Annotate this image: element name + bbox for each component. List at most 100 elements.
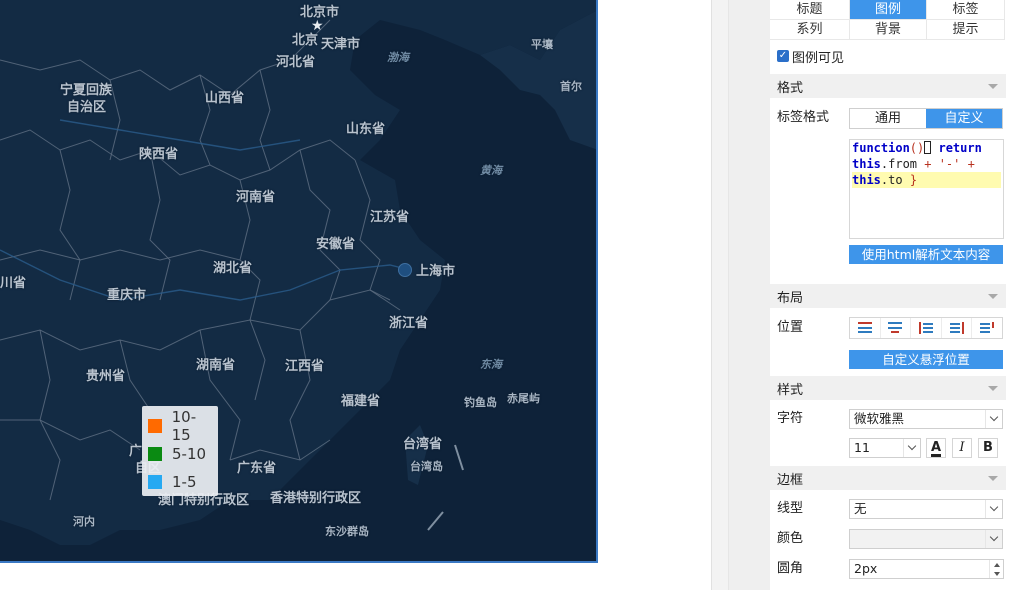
stepper-up-icon[interactable]	[990, 560, 1003, 569]
city-marker-icon	[398, 263, 412, 277]
italic-button[interactable]: I	[952, 438, 972, 458]
font-color-icon: A	[930, 440, 942, 457]
corner-radius-label: 圆角	[777, 561, 804, 576]
map-label-hebei: 河北省	[276, 55, 316, 70]
tab-title[interactable]: 标题	[770, 0, 850, 20]
map-label-beijing: 北京	[292, 33, 319, 48]
map-label-jiangxi: 江西省	[285, 359, 325, 374]
map-label-henan: 河南省	[236, 190, 276, 205]
caret-down-icon	[988, 385, 998, 391]
map-legend: 10-15 5-10 1-5	[142, 406, 218, 496]
tab-legend[interactable]: 图例	[850, 0, 927, 20]
legend-visible-checkbox[interactable]: ✓	[777, 50, 789, 62]
code-keyword: return	[938, 141, 982, 155]
border-color-select[interactable]	[849, 529, 1003, 549]
bold-button[interactable]: B	[978, 438, 998, 458]
map-label-fujian: 福建省	[341, 394, 381, 409]
stepper-buttons	[989, 560, 1003, 578]
legend-item[interactable]: 1-5	[146, 468, 214, 496]
caret-down-icon	[988, 83, 998, 89]
map-label-pingrang: 平壤	[531, 38, 553, 51]
map-label-anhui: 安徽省	[316, 237, 356, 252]
legend-item[interactable]: 10-15	[146, 408, 214, 444]
font-label: 字符	[777, 411, 804, 426]
format-custom-option[interactable]: 自定义	[926, 109, 1002, 128]
map-label-huanghai: 黄海	[480, 164, 502, 177]
tab-labels[interactable]: 标签	[927, 0, 1005, 20]
section-style[interactable]: 样式	[770, 376, 1006, 400]
parse-html-button[interactable]: 使用html解析文本内容	[849, 245, 1003, 264]
align-right-icon[interactable]	[942, 318, 973, 338]
chevron-down-icon	[903, 439, 920, 457]
map-label-bohai: 渤海	[387, 51, 409, 64]
map-label-ningxia: 宁夏回族	[60, 83, 113, 98]
font-color-button[interactable]: A	[926, 438, 946, 458]
map-label-sichuan: 川省	[0, 276, 27, 291]
legend-position-selector	[849, 317, 1003, 339]
tab-series[interactable]: 系列	[770, 20, 850, 40]
section-title: 样式	[777, 382, 804, 398]
font-family-value: 微软雅黑	[854, 411, 905, 426]
legend-swatch	[148, 447, 162, 461]
code-operator: + '-' +	[917, 157, 975, 171]
legend-label: 5-10	[172, 445, 207, 463]
label-format-code-editor[interactable]: function() return this.from + '-' + this…	[849, 139, 1004, 239]
font-size-select[interactable]: 11	[849, 438, 921, 458]
label-format-toggle: 通用 自定义	[849, 108, 1003, 129]
map-canvas[interactable]: 北京市 ★ 北京 天津市 河北省 渤海 平壤 首尔 宁夏回族 自治区 山西省 山…	[0, 0, 598, 563]
map-label-shanxi: 山西省	[205, 91, 245, 106]
legend-label: 10-15	[171, 408, 197, 444]
align-top-icon[interactable]	[850, 318, 881, 338]
map-label-hubei: 湖北省	[213, 261, 253, 276]
line-type-value: 无	[854, 501, 867, 516]
map-label-shandong: 山东省	[346, 122, 386, 137]
tabs-row-1: 标题 图例 标签	[770, 0, 1011, 20]
code-token: .to	[880, 173, 903, 187]
tabs-row-2: 系列 背景 提示	[770, 20, 1011, 40]
properties-panel: 标题 图例 标签 系列 背景 提示 ✓ 图例可见 格式 标签格式 通用 自定义 …	[770, 0, 1011, 590]
border-color-label: 颜色	[777, 531, 804, 546]
map-label-zhejiang: 浙江省	[389, 316, 429, 331]
section-title: 格式	[777, 80, 804, 96]
map-label-ningxia-2: 自治区	[67, 100, 107, 115]
legend-swatch	[148, 419, 162, 433]
line-type-select[interactable]: 无	[849, 499, 1003, 519]
panel-gutter-inner	[728, 0, 770, 590]
font-family-select[interactable]: 微软雅黑	[849, 409, 1003, 429]
legend-swatch	[148, 475, 162, 489]
map-label-donghai: 东海	[480, 358, 502, 371]
section-title: 布局	[777, 290, 804, 306]
tab-tooltip[interactable]: 提示	[927, 20, 1005, 40]
align-left-icon[interactable]	[911, 318, 942, 338]
caret-down-icon	[988, 293, 998, 299]
code-keyword: this	[852, 157, 881, 171]
legend-item[interactable]: 5-10	[146, 440, 214, 468]
text-cursor	[924, 141, 932, 154]
section-layout[interactable]: 布局	[770, 284, 1006, 308]
chevron-down-icon	[985, 500, 1002, 518]
code-token: .from	[880, 157, 918, 171]
map-label-guizhou: 贵州省	[86, 369, 126, 384]
align-center-icon[interactable]	[881, 318, 912, 338]
line-type-label: 线型	[777, 501, 804, 516]
map-label-guangxi: 广	[129, 444, 143, 459]
corner-radius-stepper[interactable]: 2px	[849, 559, 1004, 579]
code-paren: ()	[909, 141, 925, 155]
font-size-value: 11	[854, 440, 870, 455]
section-title: 边框	[777, 472, 804, 488]
map-label-taiwan-province: 台湾省	[403, 437, 443, 452]
map-label-jiangsu: 江苏省	[370, 210, 410, 225]
code-brace: }	[902, 173, 918, 187]
section-border[interactable]: 边框	[770, 466, 1006, 490]
section-format[interactable]: 格式	[770, 74, 1006, 98]
stepper-down-icon[interactable]	[990, 569, 1003, 578]
tab-background[interactable]: 背景	[850, 20, 927, 40]
format-general-option[interactable]: 通用	[850, 109, 926, 128]
legend-visible-row[interactable]: ✓ 图例可见	[770, 44, 844, 68]
custom-float-position-button[interactable]: 自定义悬浮位置	[849, 350, 1003, 369]
align-top-right-icon[interactable]	[972, 318, 1002, 338]
map-label-hongkong: 香港特别行政区	[270, 491, 362, 506]
panel-gutter	[711, 0, 770, 590]
capital-star-icon: ★	[311, 18, 324, 34]
map-label-tianjin: 天津市	[321, 37, 361, 52]
